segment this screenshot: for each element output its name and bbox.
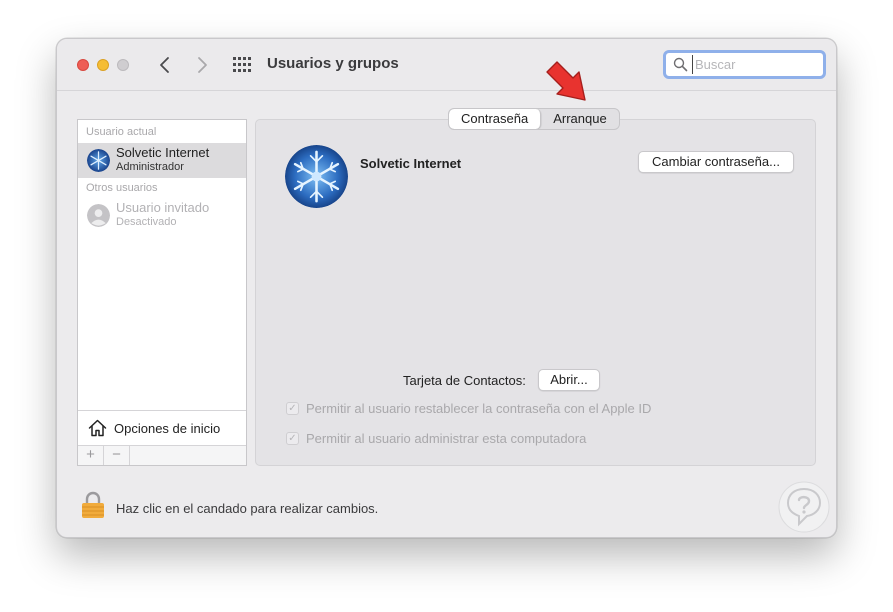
user-role: Administrador [116, 161, 184, 173]
zoom-button[interactable] [117, 59, 129, 71]
checkbox-label: Permitir al usuario restablecer la contr… [306, 401, 652, 416]
tab-login-items[interactable]: Arranque [541, 109, 618, 129]
current-user-header: Usuario actual [86, 126, 157, 138]
minimize-button[interactable] [97, 59, 109, 71]
reset-password-checkbox[interactable]: ✓ [286, 402, 299, 415]
user-picture[interactable] [285, 145, 348, 208]
close-button[interactable] [77, 59, 89, 71]
other-users-header: Otros usuarios [86, 182, 158, 194]
user-name: Usuario invitado [116, 200, 210, 215]
watermark-logo [778, 481, 830, 533]
titlebar: Usuarios y grupos [57, 39, 836, 91]
avatar [87, 149, 110, 172]
grid-icon[interactable] [232, 56, 252, 74]
window-title: Usuarios y grupos [267, 55, 399, 72]
checkbox-label: Permitir al usuario administrar esta com… [306, 431, 587, 446]
red-arrow-icon [546, 61, 586, 101]
user-full-name: Solvetic Internet [360, 156, 462, 171]
user-row-guest[interactable]: Usuario invitado Desactivado [78, 198, 246, 233]
open-contact-button[interactable]: Abrir... [538, 369, 600, 391]
lock-message: Haz clic en el candado para realizar cam… [116, 501, 379, 516]
forward-chevron-icon[interactable] [192, 54, 212, 76]
change-password-button[interactable]: Cambiar contraseña... [638, 151, 794, 173]
user-name: Solvetic Internet [116, 145, 210, 160]
contact-card-label: Tarjeta de Contactos: [403, 373, 526, 388]
lock-icon[interactable] [81, 491, 105, 519]
guest-avatar-icon [87, 204, 110, 227]
remove-user-button[interactable]: − [104, 446, 130, 465]
user-row-current[interactable]: Solvetic Internet Administrador [78, 143, 246, 178]
add-user-button[interactable]: + [78, 446, 104, 465]
tab-bar: Contraseña Arranque [448, 108, 620, 130]
back-chevron-icon[interactable] [155, 54, 175, 76]
search-field[interactable] [663, 50, 826, 79]
user-role: Desactivado [116, 216, 177, 228]
login-options-item[interactable]: Opciones de inicio [78, 410, 246, 445]
search-icon [673, 57, 688, 72]
admin-checkbox[interactable]: ✓ [286, 432, 299, 445]
preferences-window: Usuarios y grupos Usuario actual [56, 38, 837, 538]
tab-password[interactable]: Contraseña [449, 109, 542, 129]
search-input[interactable] [692, 55, 820, 74]
users-sidebar: Usuario actual Solvetic Internet Adminis… [77, 119, 247, 466]
login-options-label: Opciones de inicio [114, 421, 221, 436]
house-icon [88, 419, 107, 437]
sidebar-toolbar: + − [78, 445, 246, 465]
